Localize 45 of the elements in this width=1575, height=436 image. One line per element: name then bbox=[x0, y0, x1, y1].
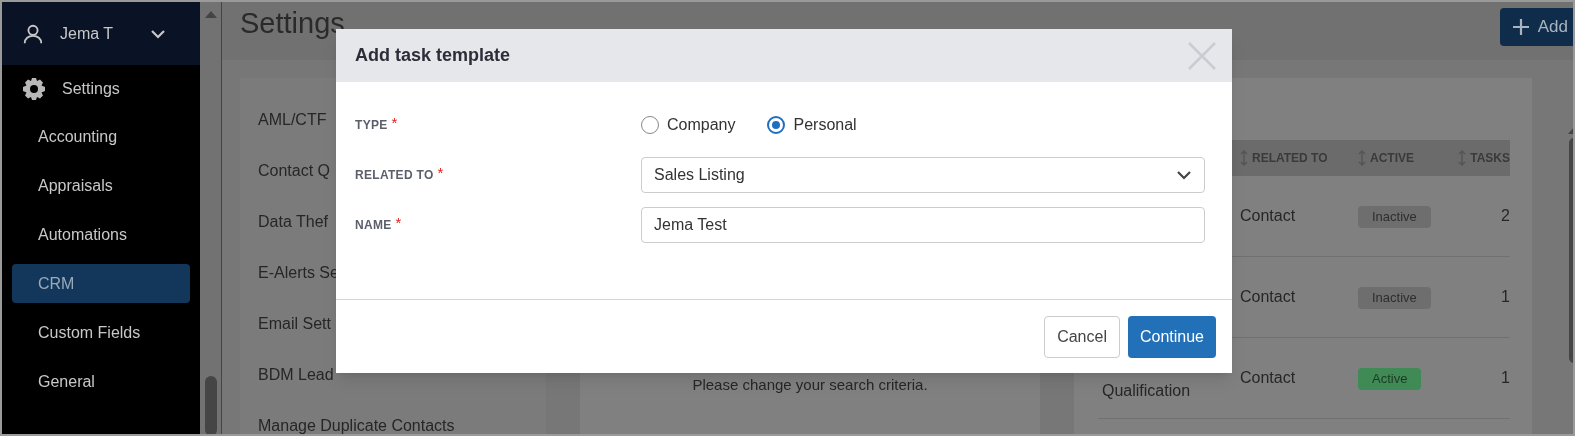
table-cell: Contact bbox=[1240, 288, 1296, 305]
status-badge: Active bbox=[1358, 368, 1422, 390]
name-input[interactable]: Jema Test bbox=[641, 207, 1205, 243]
continue-button[interactable]: Continue bbox=[1127, 315, 1216, 358]
radio-button[interactable] bbox=[767, 116, 786, 134]
sidebar-item[interactable]: Accounting bbox=[12, 117, 190, 156]
table-cell: Qualification bbox=[1102, 382, 1191, 399]
table-cell: 2 bbox=[1501, 207, 1510, 224]
modal-title: Add task template bbox=[355, 44, 511, 67]
required-mark: * bbox=[395, 212, 402, 233]
field-label: NAME bbox=[355, 216, 392, 234]
chevron-down-icon bbox=[150, 28, 166, 39]
close-icon[interactable] bbox=[1188, 41, 1216, 70]
radio-option[interactable]: Personal bbox=[767, 113, 857, 137]
user-icon bbox=[22, 22, 44, 45]
table-cell: Contact bbox=[1240, 369, 1296, 386]
scrollbar-thumb[interactable] bbox=[204, 376, 217, 434]
table-cell: 1 bbox=[1501, 369, 1510, 386]
related-to-select[interactable]: Sales Listing bbox=[641, 157, 1205, 193]
sidebar-item[interactable]: CRM bbox=[12, 264, 190, 303]
required-mark: * bbox=[391, 112, 398, 133]
sidebar-section[interactable]: Settings bbox=[2, 65, 200, 113]
table-cell: Contact bbox=[1240, 207, 1296, 224]
sidebar-item[interactable]: General bbox=[12, 362, 190, 401]
settings-icon bbox=[22, 77, 46, 101]
radio-option[interactable]: Company bbox=[641, 113, 736, 137]
cancel-button[interactable]: Cancel bbox=[1044, 315, 1120, 358]
plus-icon bbox=[1511, 18, 1530, 36]
user-menu[interactable]: Jema T bbox=[2, 2, 200, 65]
add-button[interactable]: Add bbox=[1499, 8, 1573, 46]
field-label: RELATED TO bbox=[355, 166, 434, 184]
status-badge: Inactive bbox=[1358, 287, 1431, 309]
chevron-down-icon bbox=[1176, 170, 1192, 180]
scroll-up-icon[interactable] bbox=[204, 10, 217, 18]
settings-list-item[interactable]: Manage Duplicate Contacts bbox=[258, 414, 546, 434]
sidebar-item[interactable]: Automations bbox=[12, 215, 190, 254]
status-badge: Inactive bbox=[1358, 206, 1431, 228]
page-title: Settings bbox=[240, 6, 345, 42]
sidebar-item[interactable]: Appraisals bbox=[12, 166, 190, 205]
sidebar-item[interactable]: Custom Fields bbox=[12, 313, 190, 352]
field-label: TYPE bbox=[355, 116, 388, 134]
required-mark: * bbox=[437, 162, 444, 183]
sidebar-scrollbar[interactable] bbox=[200, 2, 222, 434]
table-cell: 1 bbox=[1501, 288, 1510, 305]
empty-message: Please change your search criteria. bbox=[692, 374, 928, 395]
